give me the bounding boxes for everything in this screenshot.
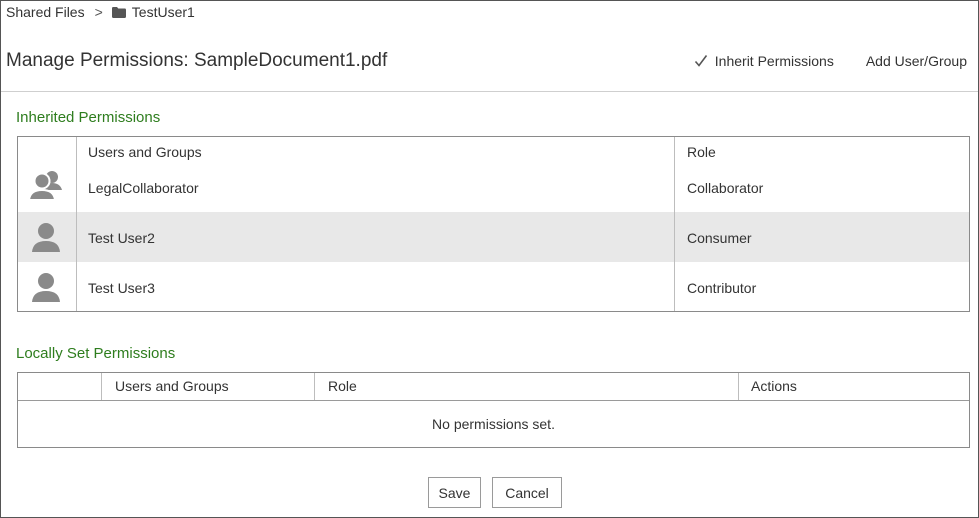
table-row [18,262,969,312]
header-actions: Inherit Permissions Add User/Group [694,53,967,69]
group-icon [28,171,62,201]
row-name: Test User3 [88,280,155,296]
folder-icon [111,6,126,18]
column-divider [101,373,102,400]
column-header-users: Users and Groups [88,144,202,160]
column-header-role: Role [687,144,716,160]
breadcrumb-root[interactable]: Shared Files [6,4,85,20]
column-divider [76,137,77,311]
table-row [18,212,969,262]
row-role: Consumer [687,230,752,246]
breadcrumb-current[interactable]: TestUser1 [132,4,195,20]
page-title: Manage Permissions: SampleDocument1.pdf [6,50,388,71]
locally-set-permissions-table: Users and Groups Role Actions No permiss… [17,372,970,448]
row-role: Contributor [687,280,757,296]
column-header-actions: Actions [751,378,797,394]
row-name: LegalCollaborator [88,180,199,196]
column-divider [738,373,739,400]
locally-set-permissions-title: Locally Set Permissions [16,345,176,362]
user-icon [32,273,60,302]
cancel-button[interactable]: Cancel [492,477,562,508]
header-divider [1,91,978,92]
check-icon [694,55,707,67]
inherited-permissions-title: Inherited Permissions [16,109,161,126]
empty-state-message: No permissions set. [432,416,555,432]
breadcrumb-separator: > [94,4,103,20]
table-header: Users and Groups Role Actions [18,373,969,401]
save-button[interactable]: Save [428,477,481,508]
breadcrumb: Shared Files > TestUser1 [6,4,195,20]
column-divider [314,373,315,400]
user-icon [32,223,60,252]
add-user-group-button[interactable]: Add User/Group [866,53,967,69]
row-role: Collaborator [687,180,764,196]
inherit-permissions-label: Inherit Permissions [714,53,834,69]
column-divider [674,137,675,311]
column-header-role: Role [328,378,357,394]
inherited-permissions-table: Users and Groups Role LegalCollaborator … [17,136,970,312]
inherit-permissions-toggle[interactable]: Inherit Permissions [694,53,834,69]
row-name: Test User2 [88,230,155,246]
column-header-users: Users and Groups [115,378,229,394]
